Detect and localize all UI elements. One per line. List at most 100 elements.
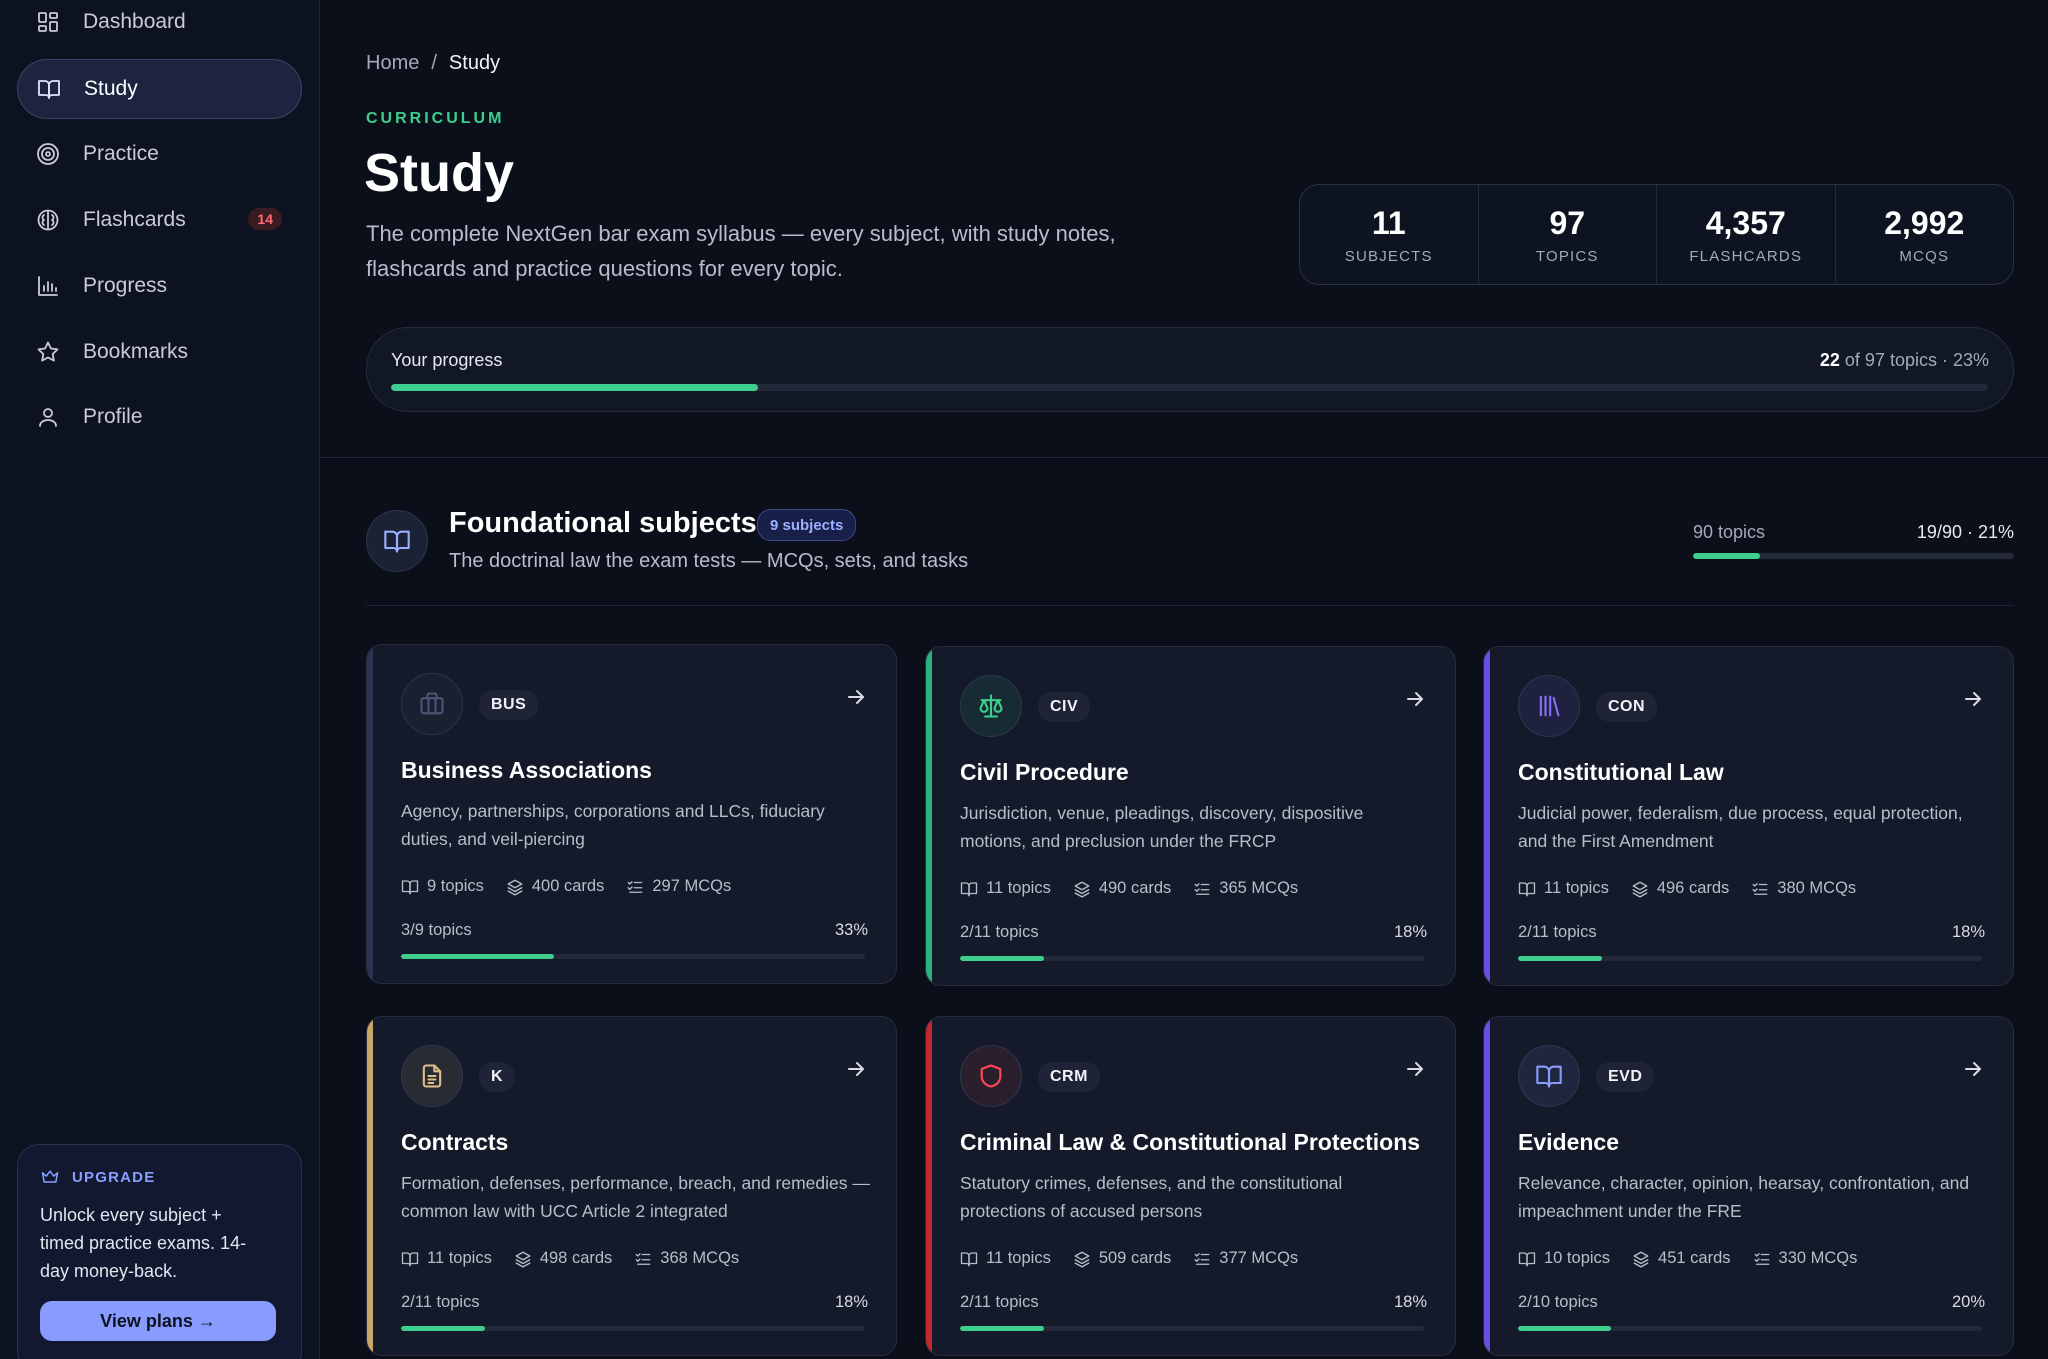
book-icon xyxy=(401,1251,419,1266)
view-plans-button[interactable]: View plans → xyxy=(40,1301,276,1341)
subject-progress-percent: 20% xyxy=(1951,1293,1985,1311)
subject-card-con[interactable]: CON Constitutional Law Judicial power, fed… xyxy=(1483,646,2014,986)
brain-icon xyxy=(35,207,61,233)
stat-label: SUBJECTS xyxy=(1344,247,1433,265)
subject-progress-label: 2/11 topics xyxy=(960,1293,1039,1311)
arrow-right-icon[interactable] xyxy=(1403,687,1427,711)
section-topics: 90 topics xyxy=(1693,522,1766,542)
book-icon xyxy=(384,530,410,553)
subject-card-civ[interactable]: CIV Civil Procedure Jurisdiction, venue, p… xyxy=(925,646,1456,986)
book-icon xyxy=(1518,1045,1580,1107)
section-title: Foundational subjects xyxy=(449,507,757,539)
stat-topics: 97 TOPICS xyxy=(1479,185,1657,284)
mcqs-count: 368 MCQs xyxy=(660,1249,740,1267)
subject-progress-percent: 33% xyxy=(834,921,868,939)
overall-progress-bar xyxy=(391,384,1988,391)
card-accent xyxy=(367,1017,373,1355)
stat-value: 11 xyxy=(1371,204,1406,241)
progress-meta: 22 of 97 topics · 23% xyxy=(1820,350,1989,371)
breadcrumb: Home / Study xyxy=(366,52,500,75)
subject-title: Business Associations xyxy=(401,757,652,783)
sidebar-item-flashcards[interactable]: Flashcards 14 xyxy=(17,190,302,250)
page-title: Study xyxy=(364,143,515,203)
layers-icon xyxy=(1633,1251,1649,1268)
library-icon xyxy=(1518,675,1580,737)
subject-description: Jurisdiction, venue, pleadings, discover… xyxy=(960,803,1364,851)
arrow-right-icon[interactable] xyxy=(1403,1057,1427,1081)
book-icon xyxy=(401,879,419,894)
subject-progress-bar xyxy=(1518,956,1982,961)
subject-progress-percent: 18% xyxy=(1393,1293,1427,1311)
stat-label: FLASHCARDS xyxy=(1689,247,1803,265)
subject-title: Civil Procedure xyxy=(960,759,1129,785)
topics-stat: 11 topics xyxy=(960,1249,1051,1268)
sidebar-item-progress[interactable]: Progress xyxy=(17,256,302,316)
subject-title: Contracts xyxy=(401,1129,509,1155)
subject-progress-fill xyxy=(960,1326,1044,1331)
sidebar-item-bookmarks[interactable]: Bookmarks xyxy=(17,322,302,382)
subject-card-crm[interactable]: CRM Criminal Law & Constitutional Protect… xyxy=(925,1016,1456,1356)
book-icon xyxy=(1518,881,1536,896)
briefcase-icon xyxy=(401,673,463,735)
mcqs-count: 377 MCQs xyxy=(1219,1249,1299,1267)
crown-icon xyxy=(41,1170,59,1183)
mcqs-count: 297 MCQs xyxy=(652,877,732,895)
subject-stats: 11 topics 496 cards 380 MCQs xyxy=(1518,879,1856,898)
stat-mcqs: 2,992 MCQS xyxy=(1836,185,2014,284)
arrow-right-icon[interactable] xyxy=(844,685,868,709)
layers-icon xyxy=(515,1251,531,1268)
sidebar-item-dashboard[interactable]: Dashboard xyxy=(17,0,302,52)
subject-card-evd[interactable]: EVD Evidence Relevance, character, opinion… xyxy=(1483,1016,2014,1356)
arrow-right-icon[interactable] xyxy=(844,1057,868,1081)
mcqs-stat: 365 MCQs xyxy=(1193,879,1298,898)
topics-stat: 11 topics xyxy=(960,879,1051,898)
arrow-right-icon[interactable] xyxy=(1961,1057,1985,1081)
subject-progress-bar xyxy=(401,1326,865,1331)
sidebar: Dashboard Study Practice Flashcards 14 P… xyxy=(0,0,320,1359)
flashcards-badge: 14 xyxy=(248,208,282,230)
card-accent xyxy=(926,1017,932,1355)
subject-card-k[interactable]: K Contracts Formation, defenses, performan… xyxy=(366,1016,897,1356)
subject-progress-percent: 18% xyxy=(834,1293,868,1311)
breadcrumb-home[interactable]: Home xyxy=(366,52,419,75)
sidebar-item-profile[interactable]: Profile xyxy=(17,387,302,447)
cards-count: 400 cards xyxy=(531,877,605,895)
subject-stats: 11 topics 490 cards 365 MCQs xyxy=(960,879,1298,898)
mcqs-count: 380 MCQs xyxy=(1777,879,1857,897)
checklist-icon xyxy=(627,880,643,893)
subject-progress-label: 2/11 topics xyxy=(960,923,1039,941)
sidebar-item-practice[interactable]: Practice xyxy=(17,124,302,184)
layers-icon xyxy=(1074,1251,1090,1268)
stat-value: 4,357 xyxy=(1705,204,1786,241)
subject-progress-bar xyxy=(1518,1326,1982,1331)
subject-description: Agency, partnerships, corporations and L… xyxy=(401,801,825,849)
subject-progress-bar xyxy=(401,954,865,959)
subject-card-bus[interactable]: BUS Business Associations Agency, partners… xyxy=(366,644,897,984)
breadcrumb-separator: / xyxy=(431,52,437,74)
mcqs-count: 330 MCQs xyxy=(1778,1249,1858,1267)
subject-progress-percent: 18% xyxy=(1393,923,1427,941)
book-icon xyxy=(960,881,978,896)
book-icon xyxy=(960,1251,978,1266)
mcqs-stat: 368 MCQs xyxy=(634,1249,739,1268)
dashboard-icon xyxy=(35,9,61,35)
cards-stat: 451 cards xyxy=(1632,1249,1731,1268)
mcqs-stat: 380 MCQs xyxy=(1751,879,1856,898)
arrow-right-icon[interactable] xyxy=(1961,687,1985,711)
upgrade-heading: UPGRADE xyxy=(40,1167,279,1187)
subject-description: Relevance, character, opinion, hearsay, … xyxy=(1518,1173,1970,1221)
topics-stat: 9 topics xyxy=(401,877,484,896)
subject-progress-label: 2/11 topics xyxy=(1518,923,1597,941)
section-count-pill: 9 subjects xyxy=(757,509,857,541)
mcqs-stat: 377 MCQs xyxy=(1193,1249,1298,1268)
section-ratio: 19/90 · 21% xyxy=(1916,522,2014,542)
card-accent xyxy=(1484,1017,1490,1355)
page-eyebrow: CURRICULUM xyxy=(366,110,505,127)
subject-progress-label: 2/10 topics xyxy=(1518,1293,1598,1311)
sidebar-item-label: Study xyxy=(84,77,138,100)
cards-stat: 498 cards xyxy=(514,1249,612,1268)
cards-count: 509 cards xyxy=(1098,1249,1172,1267)
star-icon xyxy=(35,339,61,365)
sidebar-item-study[interactable]: Study xyxy=(17,59,302,119)
stat-flashcards: 4,357 FLASHCARDS xyxy=(1657,185,1836,284)
